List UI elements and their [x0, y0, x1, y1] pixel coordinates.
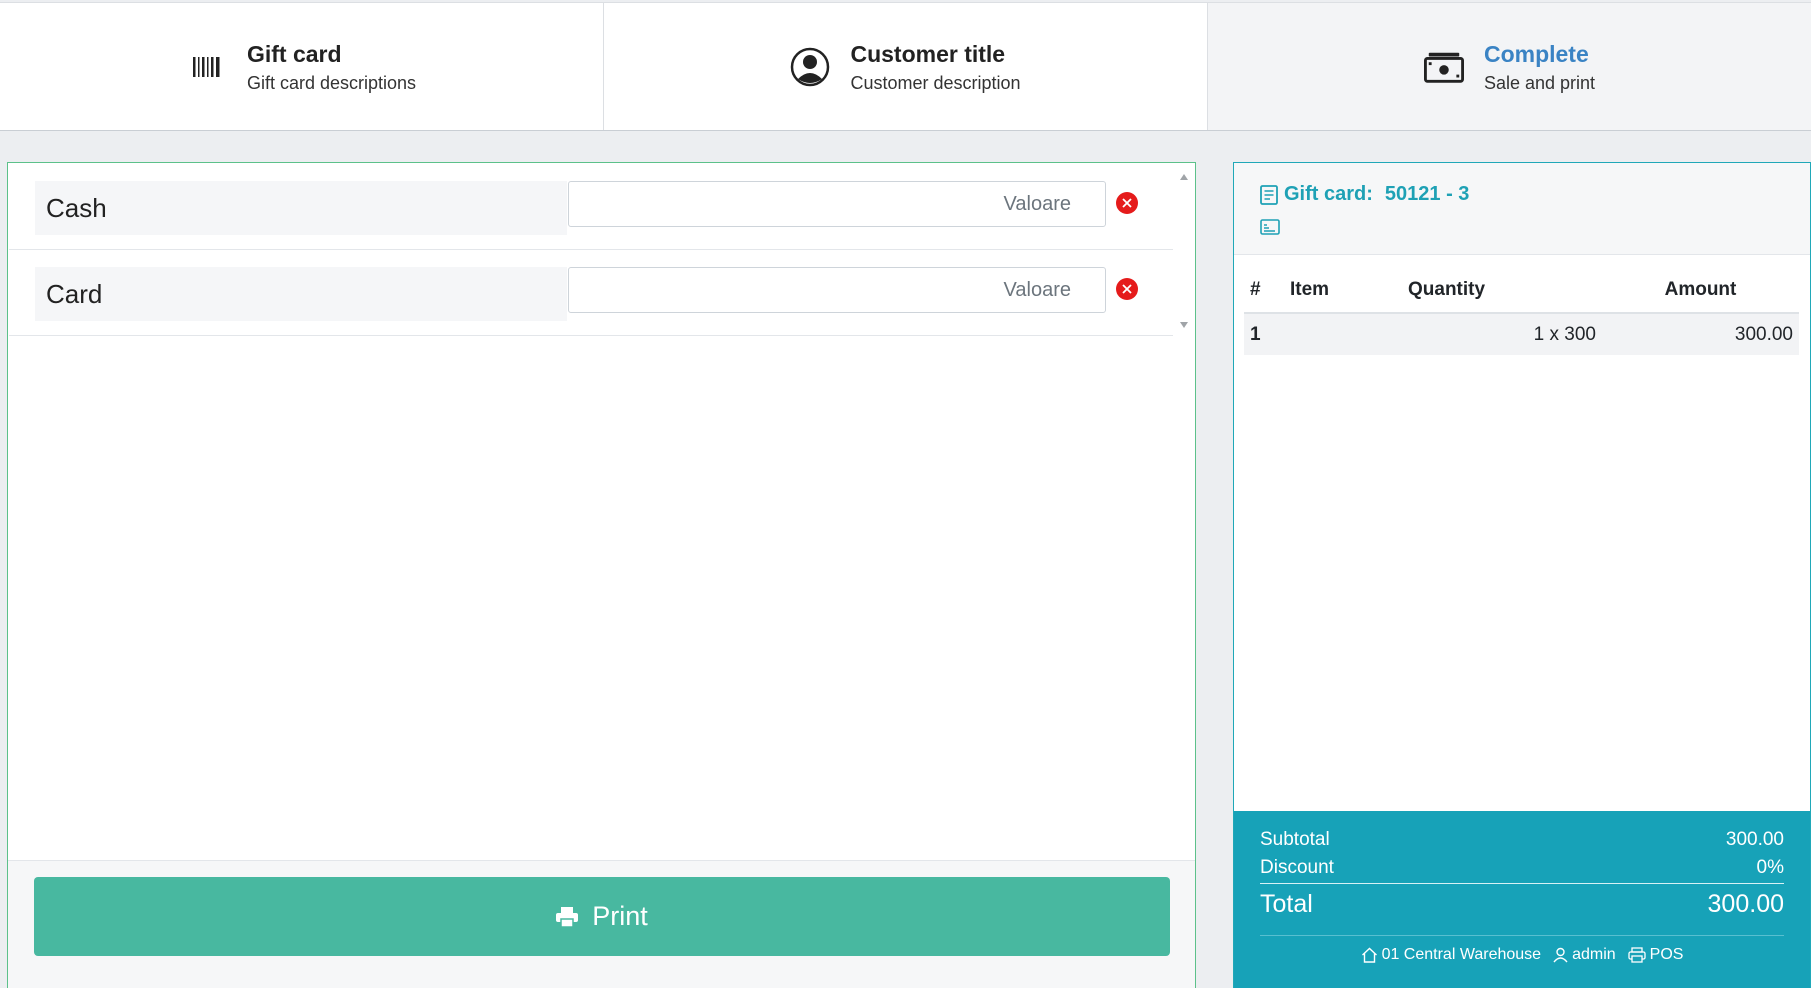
total-row: Total 300.00	[1260, 890, 1784, 936]
remove-payment-icon[interactable]	[1116, 278, 1138, 300]
step-customer[interactable]: Customer title Customer description	[604, 3, 1208, 130]
scroll-up-icon[interactable]	[1180, 174, 1188, 180]
user-name: admin	[1572, 946, 1616, 963]
home-icon	[1361, 947, 1377, 963]
discount-label: Discount	[1260, 857, 1334, 878]
receipt-totals: Subtotal 300.00 Discount 0% Total 300.00…	[1234, 811, 1810, 988]
user-circle-icon	[790, 47, 830, 87]
step-complete[interactable]: Complete Sale and print	[1208, 3, 1811, 130]
cash-icon	[1423, 47, 1464, 87]
column-header-amount: Amount	[1602, 267, 1799, 314]
payment-row-card: Card	[9, 250, 1173, 336]
payment-methods-list: Cash Card	[9, 164, 1173, 336]
step-gift-card[interactable]: Gift card Gift card descriptions	[0, 3, 604, 130]
payment-row-cash: Cash	[9, 164, 1173, 250]
row-item	[1284, 313, 1402, 355]
total-label: Total	[1260, 890, 1313, 918]
step-description: Sale and print	[1483, 73, 1596, 93]
subtotal-row: Subtotal 300.00	[1260, 829, 1784, 851]
payment-amount-input[interactable]	[568, 267, 1106, 313]
receipt-panel: Gift card: 50121 - 3 # Item Quantity Amo…	[1233, 162, 1811, 988]
barcode-icon	[187, 47, 227, 87]
terminal-info: POS	[1627, 946, 1684, 964]
warehouse-name: 01 Central Warehouse	[1381, 946, 1542, 963]
printer-icon	[556, 906, 579, 927]
column-header-quantity: Quantity	[1402, 267, 1602, 314]
user-icon	[1553, 947, 1568, 963]
step-description: Customer description	[850, 73, 1021, 93]
discount-row: Discount 0%	[1260, 857, 1784, 884]
subtotal-label: Subtotal	[1260, 829, 1330, 850]
step-title: Customer title	[850, 41, 1006, 67]
row-amount: 300.00	[1602, 313, 1799, 355]
card-details-icon[interactable]	[1260, 219, 1280, 235]
receipt-header: Gift card: 50121 - 3	[1234, 163, 1810, 255]
payment-panel: Cash Card Print	[7, 162, 1196, 988]
subtotal-value: 300.00	[1725, 829, 1784, 850]
payment-list-scrollbar[interactable]	[1176, 164, 1192, 336]
remove-payment-icon[interactable]	[1116, 192, 1138, 214]
step-description: Gift card descriptions	[246, 73, 417, 93]
user-info: admin	[1553, 946, 1616, 964]
total-value: 300.00	[1707, 890, 1784, 918]
print-button-label: Print	[592, 901, 648, 931]
checkout-steps: Gift card Gift card descriptions Custome…	[0, 2, 1811, 131]
print-bar: Print	[8, 860, 1195, 988]
table-header-row: # Item Quantity Amount	[1244, 267, 1799, 314]
receipt-icon	[1260, 184, 1278, 205]
payment-method-label: Card	[35, 267, 567, 321]
receipt-title-value: 50121 - 3	[1384, 183, 1470, 205]
receipt-title: Gift card: 50121 - 3	[1260, 183, 1469, 206]
scroll-down-icon[interactable]	[1180, 322, 1188, 328]
discount-value: 0%	[1756, 857, 1784, 878]
step-title: Complete	[1483, 41, 1589, 67]
printer-icon	[1627, 947, 1646, 963]
payment-amount-input[interactable]	[568, 181, 1106, 227]
print-button[interactable]: Print	[34, 877, 1170, 956]
table-row[interactable]: 1 1 x 300 300.00	[1244, 313, 1799, 355]
row-number: 1	[1244, 313, 1284, 355]
receipt-title-label: Gift card:	[1284, 183, 1373, 205]
payment-method-label: Cash	[35, 181, 567, 235]
column-header-number: #	[1244, 267, 1284, 314]
column-header-item: Item	[1284, 267, 1402, 314]
warehouse-info: 01 Central Warehouse	[1361, 946, 1542, 964]
receipt-items-table: # Item Quantity Amount 1 1 x 300 300.00	[1244, 267, 1799, 355]
row-quantity: 1 x 300	[1402, 313, 1602, 355]
terminal-name: POS	[1649, 946, 1684, 963]
session-info: 01 Central Warehouse admin POS	[1260, 946, 1784, 964]
step-title: Gift card	[246, 41, 342, 67]
